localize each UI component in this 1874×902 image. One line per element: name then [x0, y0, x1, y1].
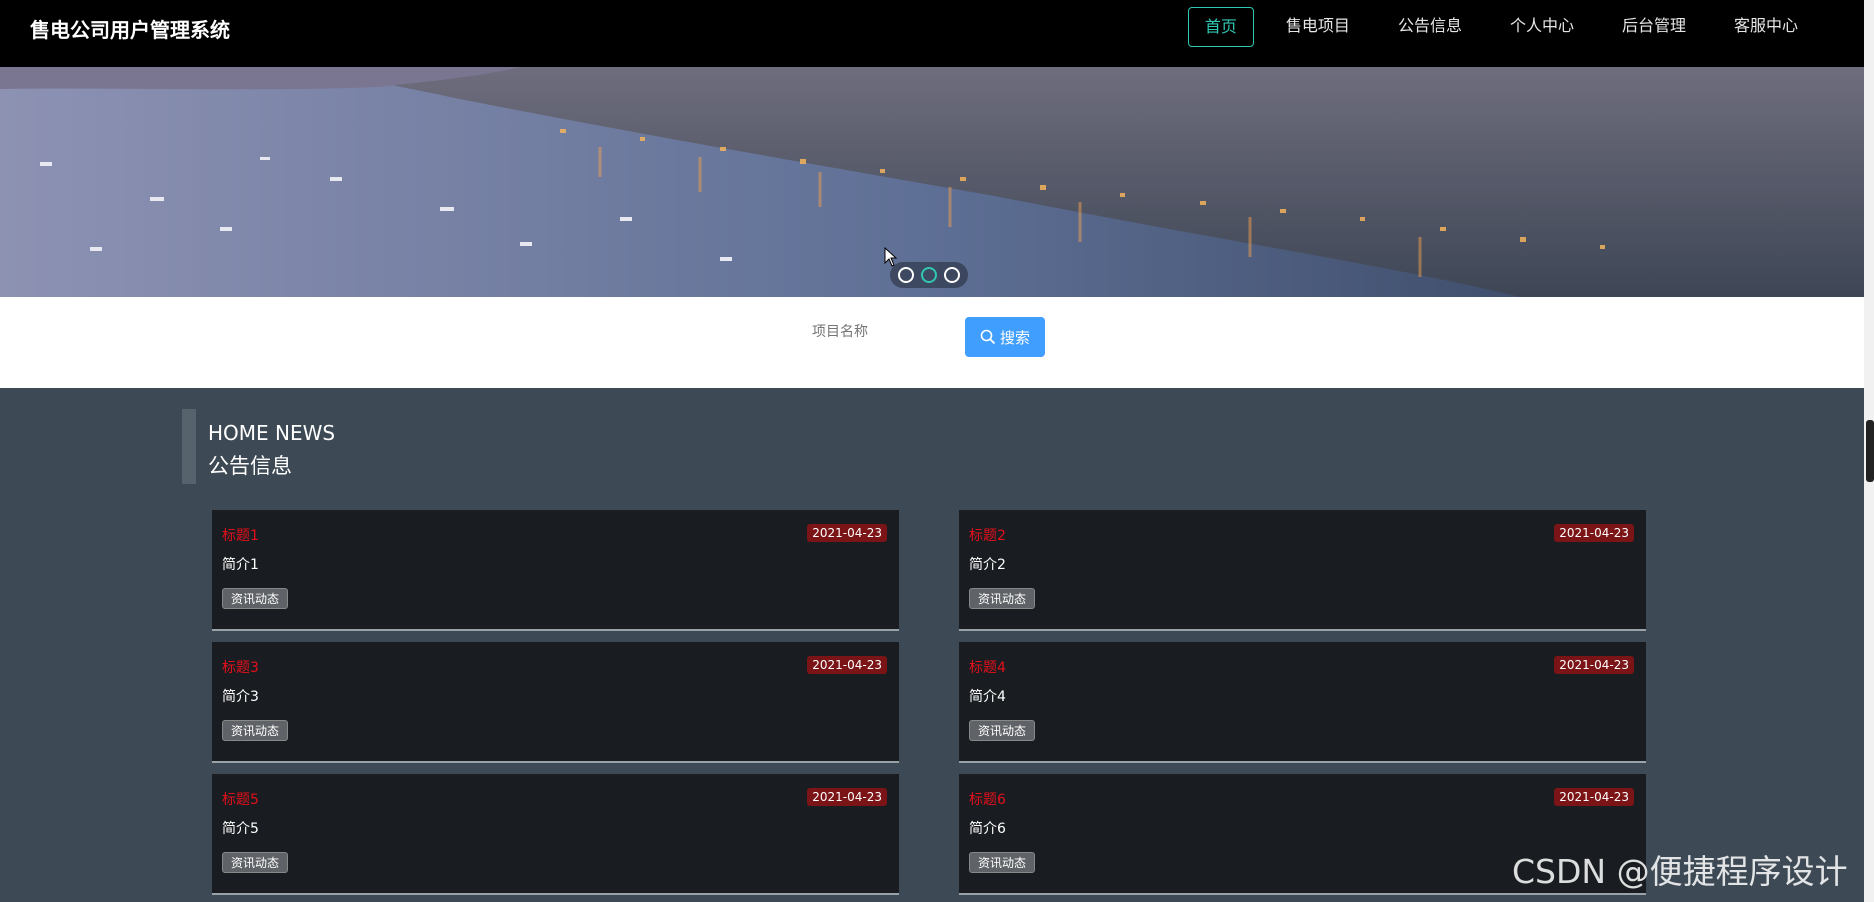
- news-category-tag: 资讯动态: [222, 852, 289, 873]
- news-card[interactable]: 标题3 2021-04-23 简介3 资讯动态: [212, 642, 899, 763]
- main-nav: 首页 售电项目 公告信息 个人中心 后台管理 客服中心: [1187, 7, 1822, 47]
- news-category-tag: 资讯动态: [222, 720, 289, 741]
- news-intro: 简介4: [969, 689, 1006, 705]
- news-intro: 简介5: [222, 821, 259, 837]
- page-scrollbar[interactable]: [1864, 0, 1874, 902]
- csdn-watermark: CSDN @便捷程序设计: [1512, 852, 1848, 891]
- scrollbar-thumb[interactable]: [1866, 420, 1874, 482]
- news-title[interactable]: 标题3: [222, 657, 259, 677]
- search-bar: 搜索: [0, 297, 1864, 388]
- hero-carousel[interactable]: [0, 67, 1864, 297]
- news-card[interactable]: 标题1 2021-04-23 简介1 资讯动态: [212, 510, 899, 631]
- news-date-badge: 2021-04-23: [1554, 788, 1634, 806]
- nav-customer-service[interactable]: 客服中心: [1710, 7, 1822, 47]
- site-brand[interactable]: 售电公司用户管理系统: [30, 14, 230, 43]
- news-intro: 简介1: [222, 557, 259, 573]
- top-navbar: 售电公司用户管理系统 首页 售电项目 公告信息 个人中心 后台管理 客服中心: [0, 0, 1864, 67]
- nav-announcements[interactable]: 公告信息: [1374, 7, 1486, 47]
- news-intro: 简介6: [969, 821, 1006, 837]
- search-button-label: 搜索: [999, 328, 1030, 347]
- news-title[interactable]: 标题1: [222, 525, 259, 545]
- mouse-cursor-icon: [884, 247, 898, 267]
- news-category-tag: 资讯动态: [969, 852, 1036, 873]
- project-name-search-input[interactable]: [812, 315, 952, 349]
- news-title[interactable]: 标题5: [222, 789, 259, 809]
- news-date-badge: 2021-04-23: [807, 524, 887, 542]
- carousel-dot-1[interactable]: [898, 267, 915, 283]
- carousel-dot-3[interactable]: [943, 267, 960, 283]
- news-card[interactable]: 标题4 2021-04-23 简介4 资讯动态: [959, 642, 1646, 763]
- news-section-header: HOME NEWS 公告信息: [182, 409, 335, 484]
- news-card[interactable]: 标题5 2021-04-23 简介5 资讯动态: [212, 774, 899, 895]
- news-date-badge: 2021-04-23: [807, 656, 887, 674]
- news-category-tag: 资讯动态: [969, 588, 1036, 609]
- section-title-en: HOME NEWS: [208, 421, 336, 445]
- news-category-tag: 资讯动态: [222, 588, 289, 609]
- news-intro: 简介2: [969, 557, 1006, 573]
- news-category-tag: 资讯动态: [969, 720, 1036, 741]
- carousel-dot-2[interactable]: [920, 267, 937, 283]
- news-title[interactable]: 标题4: [969, 657, 1006, 677]
- section-title-cn: 公告信息: [208, 454, 292, 478]
- news-date-badge: 2021-04-23: [1554, 656, 1634, 674]
- news-intro: 简介3: [222, 689, 259, 705]
- nav-profile[interactable]: 个人中心: [1486, 7, 1598, 47]
- search-button[interactable]: 搜索: [965, 317, 1045, 357]
- nav-home[interactable]: 首页: [1187, 7, 1254, 47]
- news-date-badge: 2021-04-23: [807, 788, 887, 806]
- nav-projects[interactable]: 售电项目: [1262, 7, 1374, 47]
- search-icon: [980, 329, 996, 345]
- news-date-badge: 2021-04-23: [1554, 524, 1634, 542]
- news-title[interactable]: 标题6: [969, 789, 1006, 809]
- nav-admin[interactable]: 后台管理: [1598, 7, 1710, 47]
- news-title[interactable]: 标题2: [969, 525, 1006, 545]
- news-card[interactable]: 标题2 2021-04-23 简介2 资讯动态: [959, 510, 1646, 631]
- carousel-indicators: [890, 262, 968, 288]
